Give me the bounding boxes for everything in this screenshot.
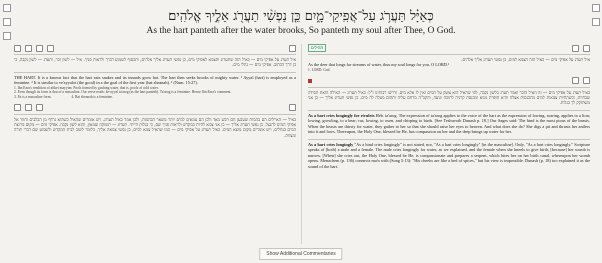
left-commentary-column: איל תערג על אפיקי מים — כאיל הזה שתערוג … [14, 44, 296, 244]
column-divider [301, 44, 302, 244]
commentary-toolbar [308, 77, 590, 85]
commentary-block-hebrew: איל תערג על אפיקי מים — כאיל הזה שתערוג … [14, 54, 296, 68]
commentary-english-text: As a hart cries longingly "As a hind cri… [308, 141, 590, 169]
commentary-block: כאיל תערג על אפיקי מים — זה האיל הזכר וא… [308, 86, 590, 106]
expand-icon[interactable] [572, 77, 579, 84]
link-icon[interactable] [25, 104, 32, 112]
commentary-block: As a hart cries longingly "As a hind cri… [308, 138, 590, 170]
link-icon[interactable] [25, 44, 32, 52]
commentary-toolbar [14, 44, 296, 52]
commentary-hebrew-text: כאיל תערג על אפיקי מים — זה האיל הזכר וא… [308, 89, 590, 106]
source-tag[interactable]: תהילים [308, 44, 327, 52]
verse-hebrew: כְּאַיָּ֗ל תַּעֲרֹ֥ג עַל־אֲפִֽיקֵי־מָ֑יִ… [168, 9, 434, 24]
close-icon[interactable] [289, 104, 296, 112]
close-icon[interactable] [583, 77, 590, 84]
verse-english: As the hart panteth after the water broo… [146, 26, 456, 36]
commentary-english-text: THE HART. It is a known fact that the ha… [14, 74, 296, 86]
commentary-block-english: THE HART. It is a known fact that the ha… [14, 71, 296, 100]
footnote: 4. Bat sheanah is a feminine. [71, 95, 113, 99]
commentary-hebrew-text: איל תערג על אפיקי מים — כאיל הזה שתערוג … [14, 57, 296, 68]
expand-icon[interactable] [14, 104, 21, 112]
copy-icon[interactable] [36, 104, 43, 112]
footnote: 1. LORD: God. [308, 67, 331, 72]
show-additional-commentaries-button[interactable]: Show Additional Commentaries [259, 248, 343, 260]
commentary-block: As a hart cries longingly for rivulets H… [308, 109, 590, 135]
expand-icon[interactable] [14, 44, 21, 52]
commentator-marker-icon [308, 78, 312, 83]
flag-icon[interactable] [47, 44, 54, 52]
expand-icon[interactable] [572, 44, 579, 52]
right-commentary-column: תהילים איל תערג על אפיקי מים — כאיל הזה … [308, 44, 590, 244]
commentary-block-hebrew: כאיל — האיילים הם בהמות שטבען חם ויבש מא… [14, 113, 296, 139]
commentary-block: איל תערג על אפיקי מים — כאיל הזה הצמא למ… [308, 54, 590, 73]
commentary-english-text: As a hart cries longingly for rivulets H… [308, 112, 590, 135]
commentary-toolbar [14, 104, 296, 112]
commentary-hebrew-text: כאיל — האיילים הם בהמות שטבען חם ויבש מא… [14, 116, 296, 138]
close-icon[interactable] [583, 44, 590, 52]
footnote: 3. Ez is a masculine form. [14, 95, 52, 99]
close-icon[interactable] [289, 44, 296, 52]
commentary-toolbar: תהילים [308, 44, 590, 52]
copy-icon[interactable] [36, 44, 43, 52]
